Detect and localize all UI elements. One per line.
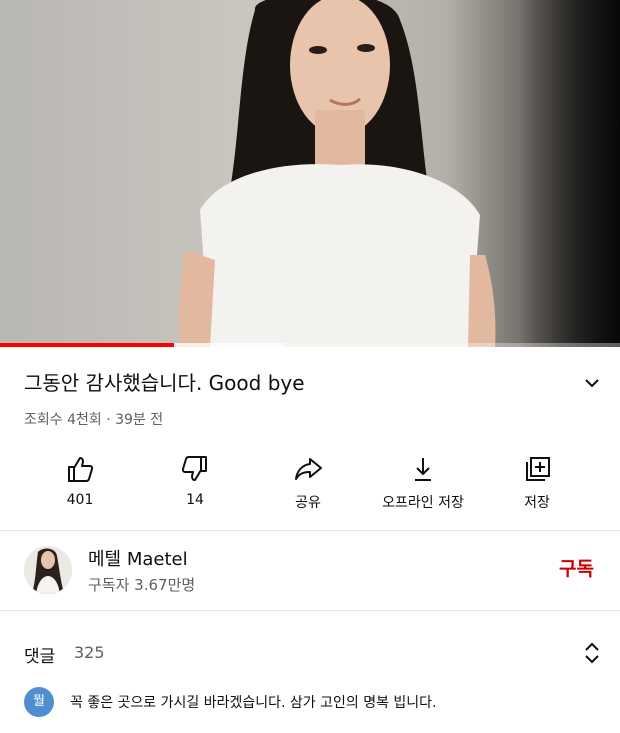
like-count: 401 xyxy=(66,492,94,508)
subscribe-button[interactable]: 구독 xyxy=(559,554,594,581)
progress-fill xyxy=(0,343,174,347)
share-label: 공유 xyxy=(295,495,321,511)
save-playlist-icon xyxy=(526,457,550,481)
comments-heading[interactable]: 댓글 xyxy=(24,642,55,667)
video-meta: 조회수 4천회 · 39분 전 xyxy=(24,412,164,428)
like-button[interactable]: 401 xyxy=(25,450,135,518)
divider xyxy=(0,610,620,611)
video-shadow xyxy=(520,0,620,347)
subscriber-count: 구독자 3.67만명 xyxy=(88,576,196,594)
video-title: 그동안 감사했습니다. Good bye xyxy=(24,371,305,395)
title-row[interactable]: 그동안 감사했습니다. Good bye xyxy=(24,368,604,398)
avatar-image xyxy=(24,546,72,594)
chevron-down-icon[interactable] xyxy=(580,371,604,395)
save-button[interactable]: 저장 xyxy=(482,450,592,518)
save-label: 저장 xyxy=(524,495,550,511)
comment-avatar: 뭘 xyxy=(24,687,54,717)
comments-count: 325 xyxy=(74,643,105,662)
comment-preview[interactable]: 꼭 좋은 곳으로 가시길 바라겠습니다. 삼가 고인의 명복 빕니다. xyxy=(70,692,437,712)
video-player[interactable] xyxy=(0,0,620,347)
thumbs-up-icon xyxy=(68,457,94,482)
download-button[interactable]: 오프라인 저장 xyxy=(368,450,478,518)
channel-avatar[interactable] xyxy=(24,546,72,594)
share-button[interactable]: 공유 xyxy=(253,450,363,518)
download-label: 오프라인 저장 xyxy=(382,495,464,511)
thumbs-down-icon xyxy=(181,456,207,481)
share-icon xyxy=(295,458,322,480)
dislike-count: 14 xyxy=(186,492,204,508)
download-icon xyxy=(415,458,431,481)
dislike-button[interactable]: 14 xyxy=(140,450,250,518)
progress-bar[interactable] xyxy=(0,343,620,347)
divider xyxy=(0,530,620,531)
action-bar: 401 14 공유 오프라인 저장 저장 xyxy=(0,450,620,518)
expand-comments-icon[interactable] xyxy=(580,640,604,666)
buffer-bar xyxy=(173,343,286,347)
channel-name[interactable]: 메텔 Maetel xyxy=(88,545,188,571)
